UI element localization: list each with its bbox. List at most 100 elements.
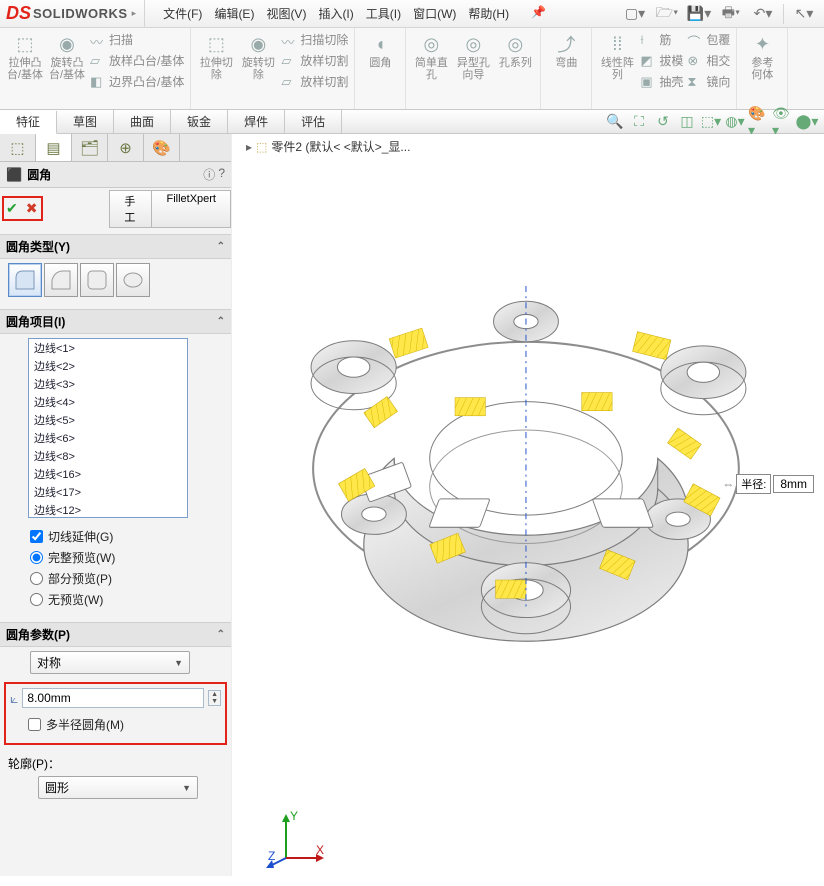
tab-sheetmetal[interactable]: 钣金 (171, 110, 228, 133)
pm-pin-icon[interactable]: ? (218, 166, 225, 183)
collapse-icon[interactable]: ⌃ (217, 629, 225, 640)
app-logo[interactable]: DS SOLIDWORKS ▸ (0, 0, 145, 27)
rb-pattern[interactable]: ⁞⁞线性阵 列 (596, 30, 638, 91)
menu-help[interactable]: 帮助(H) (464, 3, 513, 24)
profile-select[interactable]: 圆形▼ (38, 776, 198, 799)
fm-tab-config[interactable]: 🗂 (72, 134, 108, 161)
rb-boundary-boss[interactable]: ◧边界凸台/基体 (88, 72, 186, 91)
vt-orient-icon[interactable]: ⬚▾ (700, 112, 722, 132)
pin-icon[interactable]: 📌 (527, 3, 550, 24)
tab-sketch[interactable]: 草图 (57, 110, 114, 133)
menu-insert[interactable]: 插入(I) (314, 3, 357, 24)
rb-revolve-boss[interactable]: ◉旋转凸 台/基体 (46, 30, 88, 91)
graphics-viewport[interactable]: ▸ ⬚ 零件2 (默认< <默认>_显... (232, 134, 824, 876)
vt-display-icon[interactable]: ◍▾ (724, 112, 746, 132)
collapse-icon[interactable]: ⌃ (217, 316, 225, 327)
rb-loft-boss[interactable]: ▱放样凸台/基体 (88, 51, 186, 70)
pm-help-icon[interactable]: ⓘ (203, 166, 215, 183)
radius-input[interactable] (22, 688, 204, 708)
rb-hole-wizard[interactable]: ◎异型孔 向导 (452, 30, 494, 83)
menu-view[interactable]: 视图(V) (262, 3, 310, 24)
list-item[interactable]: 边线<8> (29, 447, 187, 465)
edge-selection-list[interactable]: 边线<1>边线<2>边线<3>边线<4>边线<5>边线<6>边线<8>边线<16… (28, 338, 188, 518)
qat-select-icon[interactable]: ↖▾ (790, 3, 818, 25)
qat-undo-icon[interactable]: ↶▾ (749, 3, 777, 25)
fillet-type-full[interactable] (116, 263, 150, 297)
list-item[interactable]: 边线<2> (29, 357, 187, 375)
rb-revolve-cut[interactable]: ◉旋转切 除 (237, 30, 279, 91)
list-item[interactable]: 边线<4> (29, 393, 187, 411)
cancel-button[interactable]: ✖ (26, 200, 38, 217)
menu-window[interactable]: 窗口(W) (409, 3, 460, 24)
rb-fillet[interactable]: ◖圆角 (359, 30, 401, 71)
qat-new-icon[interactable]: ▢▾ (621, 3, 649, 25)
rb-hole-series[interactable]: ◎孔系列 (494, 30, 536, 83)
spin-down-icon[interactable]: ▼ (209, 698, 220, 705)
fm-tab-display[interactable]: 🎨 (144, 134, 180, 161)
collapse-icon[interactable]: ⌃ (217, 241, 225, 252)
tab-filletxpert[interactable]: FilletXpert (151, 190, 231, 228)
no-preview-radio[interactable]: 无预览(W) (8, 589, 223, 610)
vt-zoom-fit-icon[interactable]: 🔍 (604, 112, 626, 132)
callout-value[interactable]: 8mm (773, 475, 814, 493)
list-item[interactable]: 边线<6> (29, 429, 187, 447)
qat-save-icon[interactable]: 💾▾ (685, 3, 713, 25)
rb-sweep-cut[interactable]: 〰扫描切除 (279, 30, 350, 49)
fillet-type-face[interactable] (80, 263, 114, 297)
list-item[interactable]: 边线<1> (29, 339, 187, 357)
fillet-type-variable[interactable] (44, 263, 78, 297)
rb-extrude-cut[interactable]: ⬚拉伸切 除 (195, 30, 237, 91)
vt-hide-icon[interactable]: 👁▾ (772, 112, 794, 132)
tab-surface[interactable]: 曲面 (114, 110, 171, 133)
rb-bend[interactable]: ⤴弯曲 (545, 30, 587, 71)
full-preview-radio[interactable]: 完整预览(W) (8, 547, 223, 568)
tab-feature[interactable]: 特征 (0, 111, 57, 134)
partial-preview-radio[interactable]: 部分预览(P) (8, 568, 223, 589)
list-item[interactable]: 边线<16> (29, 465, 187, 483)
fm-tab-dim[interactable]: ⊕ (108, 134, 144, 161)
rb-simple-hole[interactable]: ◎简单直 孔 (410, 30, 452, 83)
rb-loft-cut2[interactable]: ▱放样切割 (279, 72, 350, 91)
vt-scene-icon[interactable]: 🎨▾ (748, 112, 770, 132)
accept-button[interactable]: ✔ (6, 200, 18, 217)
callout-drag-icon[interactable]: ⇔ (722, 477, 734, 491)
tangent-prop-checkbox[interactable]: 切线延伸(G) (8, 526, 223, 547)
qat-print-icon[interactable]: 🖶▾ (717, 3, 745, 25)
menu-file[interactable]: 文件(F) (159, 3, 206, 24)
list-item[interactable]: 边线<3> (29, 375, 187, 393)
fillet-type-constant[interactable] (8, 263, 42, 297)
rb-extrude-boss[interactable]: ⬚拉伸凸 台/基体 (4, 30, 46, 91)
radius-callout[interactable]: ⇔ 半径: 8mm (722, 474, 814, 494)
vt-appearance-icon[interactable]: ⬤▾ (796, 112, 818, 132)
spin-up-icon[interactable]: ▲ (209, 691, 220, 698)
rb-rib[interactable]: ⟊筋 (638, 30, 685, 49)
qat-open-icon[interactable]: 🗁▾ (653, 3, 681, 25)
rb-ref-geom[interactable]: ✦参考 何体 (741, 30, 783, 83)
list-item[interactable]: 边线<5> (29, 411, 187, 429)
rb-wrap[interactable]: ⌒包覆 (685, 30, 732, 49)
tab-evaluate[interactable]: 评估 (285, 110, 342, 133)
tab-weldment[interactable]: 焊件 (228, 110, 285, 133)
fm-tab-tree[interactable]: ⬚ (0, 134, 36, 161)
rb-draft[interactable]: ◩拔模 (638, 51, 685, 70)
view-triad[interactable]: Y X Z (266, 808, 326, 868)
rb-shell[interactable]: ▣抽壳 (638, 72, 685, 91)
fm-tab-pm[interactable]: ▤ (36, 134, 72, 161)
list-item[interactable]: 边线<17> (29, 483, 187, 501)
menu-edit[interactable]: 编辑(E) (210, 3, 258, 24)
rb-mirror[interactable]: ⧗镜向 (685, 72, 732, 91)
radius-spinner[interactable]: ▲▼ (208, 690, 221, 706)
vt-section-icon[interactable]: ◫ (676, 112, 698, 132)
revolve-cut-icon: ◉ (246, 32, 270, 56)
rb-intersect[interactable]: ⊗相交 (685, 51, 732, 70)
rb-loft-cut[interactable]: ▱放样切割 (279, 51, 350, 70)
multi-radius-checkbox[interactable]: 多半径圆角(M) (10, 714, 221, 735)
tab-manual[interactable]: 手工 (109, 190, 151, 228)
symmetry-select[interactable]: 对称▼ (30, 651, 190, 674)
vt-zoom-area-icon[interactable]: ⛶ (628, 112, 650, 132)
rb-sweep-boss[interactable]: 〰扫描 (88, 30, 186, 49)
rib-icon: ⟊ (640, 32, 656, 48)
menu-tools[interactable]: 工具(I) (362, 3, 405, 24)
vt-prev-view-icon[interactable]: ↺ (652, 112, 674, 132)
list-item[interactable]: 边线<12> (29, 501, 187, 518)
